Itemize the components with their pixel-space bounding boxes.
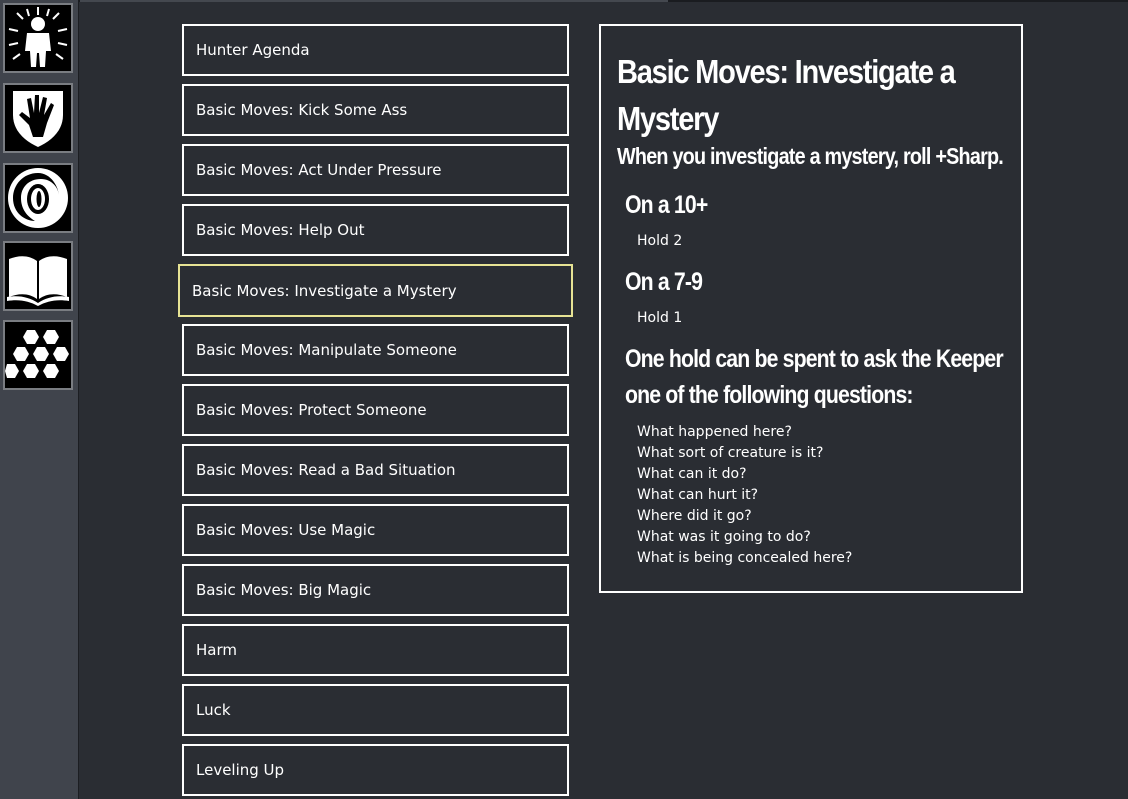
menu-item-manipulate-someone[interactable]: Basic Moves: Manipulate Someone: [182, 324, 569, 376]
result-text-7-9: Hold 1: [637, 310, 683, 326]
question-item: Where did it go?: [637, 508, 752, 524]
sidebar-book-button[interactable]: [3, 241, 73, 311]
menu-item-harm[interactable]: Harm: [182, 624, 569, 676]
sidebar-hunter-button[interactable]: [3, 3, 73, 73]
sidebar: [0, 0, 79, 799]
detail-title: Basic Moves: Investigate a Mystery: [617, 53, 956, 137]
menu-item-hunter-agenda[interactable]: Hunter Agenda: [182, 24, 569, 76]
detail-panel: Basic Moves: Investigate a Mystery When y…: [599, 24, 1023, 593]
question-item: What happened here?: [637, 424, 792, 440]
hand-shield-icon: [13, 91, 63, 147]
sidebar-hexagons-button[interactable]: [3, 320, 73, 390]
menu-item-protect-someone[interactable]: Basic Moves: Protect Someone: [182, 384, 569, 436]
detail-subtitle: When you investigate a mystery, roll +Sh…: [617, 143, 1004, 169]
questions-list: What happened here? What sort of creatur…: [637, 422, 852, 569]
menu-item-investigate-a-mystery[interactable]: Basic Moves: Investigate a Mystery: [178, 264, 573, 317]
menu-item-luck[interactable]: Luck: [182, 684, 569, 736]
top-edge: [0, 0, 1128, 2]
result-text-10-plus: Hold 2: [637, 233, 683, 249]
open-book-icon: [7, 256, 69, 306]
menu-item-kick-some-ass[interactable]: Basic Moves: Kick Some Ass: [182, 84, 569, 136]
question-item: What can hurt it?: [637, 487, 759, 503]
menu-item-act-under-pressure[interactable]: Basic Moves: Act Under Pressure: [182, 144, 569, 196]
result-heading-10-plus: On a 10+: [625, 191, 708, 219]
menu-item-leveling-up[interactable]: Leveling Up: [182, 744, 569, 796]
scroll-indicator: [80, 0, 668, 2]
questions-heading: One hold can be spent to ask the Keeper o…: [625, 345, 1004, 409]
sidebar-moves-button[interactable]: [3, 83, 73, 153]
menu-item-big-magic[interactable]: Basic Moves: Big Magic: [182, 564, 569, 616]
menu-item-use-magic[interactable]: Basic Moves: Use Magic: [182, 504, 569, 556]
hexagons-icon: [5, 330, 69, 378]
menu-item-read-a-bad-situation[interactable]: Basic Moves: Read a Bad Situation: [182, 444, 569, 496]
eye-swirl-icon: [8, 168, 68, 228]
sidebar-magic-button[interactable]: [3, 163, 73, 233]
question-item: What sort of creature is it?: [637, 445, 824, 461]
result-heading-7-9: On a 7-9: [625, 268, 703, 296]
question-item: What was it going to do?: [637, 529, 811, 545]
hunter-figure-icon: [8, 7, 68, 67]
menu-item-help-out[interactable]: Basic Moves: Help Out: [182, 204, 569, 256]
question-item: What is being concealed here?: [637, 550, 853, 566]
question-item: What can it do?: [637, 466, 747, 482]
